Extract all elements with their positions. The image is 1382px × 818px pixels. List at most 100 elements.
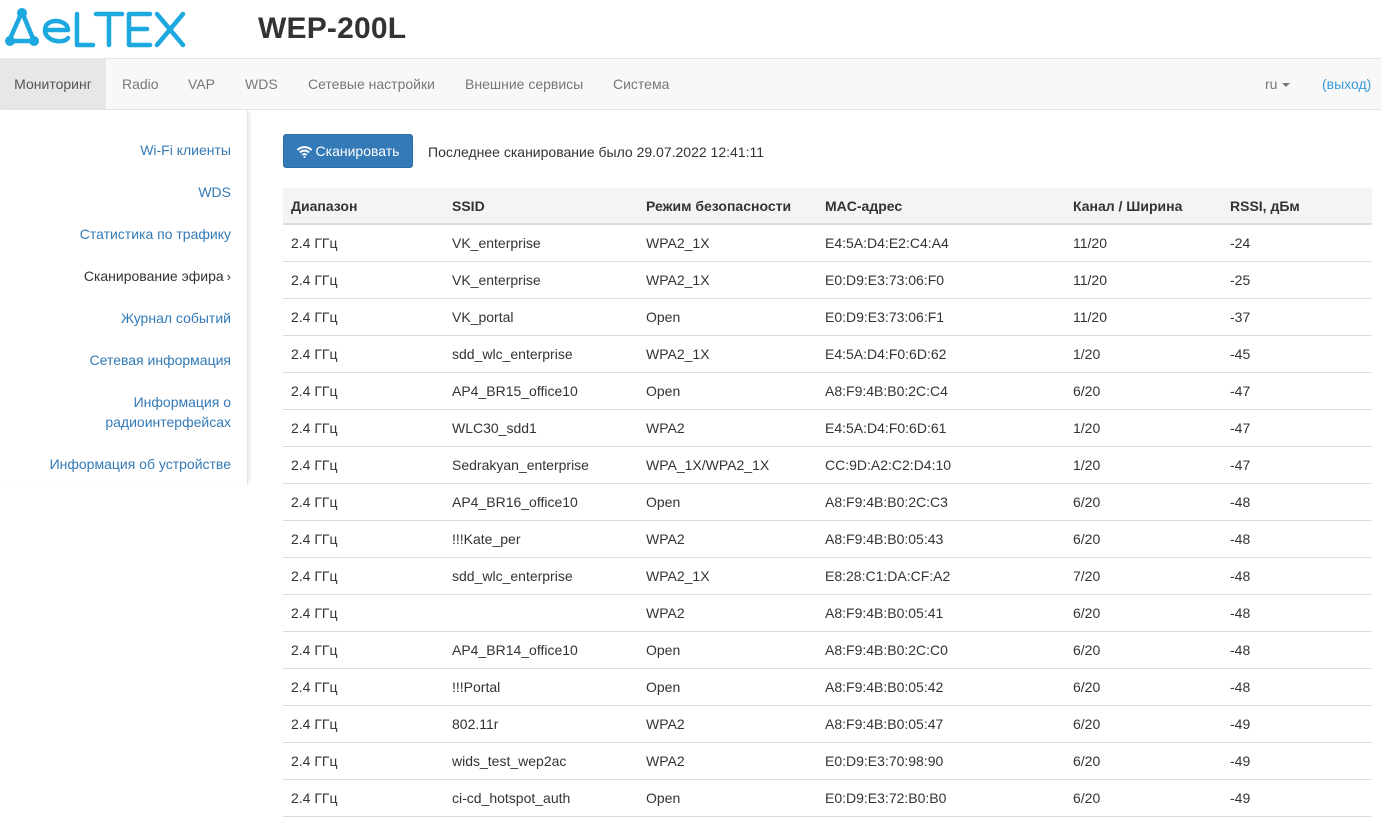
cell-rssi: -49 bbox=[1230, 753, 1251, 769]
cell-security: WPA_1X/WPA2_1X bbox=[646, 457, 770, 473]
cell-channel: 6/20 bbox=[1073, 716, 1101, 732]
cell-band: 2.4 ГГц bbox=[291, 790, 338, 806]
table-row: 2.4 ГГц sdd_wlc_enterprise WPA2_1X E4:5A:D4… bbox=[283, 336, 1372, 373]
nav-system[interactable]: Система bbox=[613, 59, 669, 109]
cell-security: WPA2 bbox=[646, 605, 685, 621]
table-row: 2.4 ГГц AP4_BR15_office10 Open A8:F9:4B:B0:… bbox=[283, 373, 1372, 410]
cell-ssid: !!!Portal bbox=[452, 679, 501, 695]
sidebar-item-device-info[interactable]: Информация об устройстве bbox=[50, 454, 231, 474]
cell-mac: A8:F9:4B:B0:05:42 bbox=[825, 679, 944, 695]
table-row: 2.4 ГГц sdd_wlc_enterprise WPA2_1X E8:28:C1… bbox=[283, 558, 1372, 595]
cell-rssi: -48 bbox=[1230, 605, 1251, 621]
sidebar-item-label-line2: радиоинтерфейсах bbox=[105, 414, 231, 430]
column-header-rssi[interactable]: RSSI, дБм bbox=[1230, 188, 1300, 224]
cell-channel: 1/20 bbox=[1073, 346, 1101, 362]
cell-band: 2.4 ГГц bbox=[291, 383, 338, 399]
sidebar: Wi-Fi клиенты WDS Статистика по трафику … bbox=[0, 110, 248, 485]
column-header-ssid[interactable]: SSID bbox=[452, 188, 485, 224]
column-header-band[interactable]: Диапазон bbox=[291, 188, 357, 224]
cell-ssid: 802.11r bbox=[452, 716, 499, 732]
column-header-mac[interactable]: MAC-адрес bbox=[825, 188, 902, 224]
cell-channel: 6/20 bbox=[1073, 605, 1101, 621]
sidebar-item-wifi-clients[interactable]: Wi-Fi клиенты bbox=[140, 140, 231, 160]
cell-security: Open bbox=[646, 494, 681, 510]
header: WEP-200L bbox=[0, 0, 1382, 58]
cell-mac: A8:F9:4B:B0:2C:C4 bbox=[825, 383, 948, 399]
cell-security: Open bbox=[646, 383, 681, 399]
cell-ssid: AP4_BR16_office10 bbox=[452, 494, 578, 510]
sidebar-item-wds[interactable]: WDS bbox=[198, 182, 231, 202]
cell-rssi: -37 bbox=[1230, 309, 1251, 325]
nav-wds[interactable]: WDS bbox=[245, 59, 278, 109]
cell-band: 2.4 ГГц bbox=[291, 309, 338, 325]
cell-channel: 6/20 bbox=[1073, 753, 1101, 769]
cell-mac: E0:D9:E3:70:98:90 bbox=[825, 753, 944, 769]
cell-security: Open bbox=[646, 790, 681, 806]
cell-mac: E8:28:C1:DA:CF:A2 bbox=[825, 568, 951, 584]
cell-band: 2.4 ГГц bbox=[291, 568, 338, 584]
cell-security: WPA2_1X bbox=[646, 272, 710, 288]
cell-ssid: VK_portal bbox=[452, 309, 514, 325]
cell-mac: E4:5A:D4:F0:6D:62 bbox=[825, 346, 947, 362]
cell-band: 2.4 ГГц bbox=[291, 494, 338, 510]
cell-channel: 6/20 bbox=[1073, 531, 1101, 547]
nav-vap[interactable]: VAP bbox=[188, 59, 215, 109]
cell-rssi: -48 bbox=[1230, 568, 1251, 584]
sidebar-item-traffic-stats[interactable]: Статистика по трафику bbox=[80, 224, 231, 244]
sidebar-item-event-log[interactable]: Журнал событий bbox=[121, 308, 231, 328]
cell-security: WPA2_1X bbox=[646, 568, 710, 584]
device-model-title: WEP-200L bbox=[258, 12, 407, 45]
nav-external-services[interactable]: Внешние сервисы bbox=[465, 59, 583, 109]
cell-rssi: -25 bbox=[1230, 272, 1251, 288]
cell-channel: 1/20 bbox=[1073, 457, 1101, 473]
cell-band: 2.4 ГГц bbox=[291, 235, 338, 251]
cell-mac: E4:5A:D4:F0:6D:61 bbox=[825, 420, 947, 436]
wifi-icon bbox=[296, 146, 312, 158]
cell-security: WPA2_1X bbox=[646, 235, 710, 251]
table-row: 2.4 ГГц Sedrakyan_enterprise WPA_1X/WPA2_1… bbox=[283, 447, 1372, 484]
cell-band: 2.4 ГГц bbox=[291, 605, 338, 621]
nav-radio[interactable]: Radio bbox=[122, 59, 159, 109]
sidebar-item-radio-interfaces[interactable]: Информация о радиоинтерфейсах bbox=[105, 392, 231, 432]
column-header-security[interactable]: Режим безопасности bbox=[646, 188, 791, 224]
table-row: 2.4 ГГц !!!Kate_per WPA2 A8:F9:4B:B0:05:43 6… bbox=[283, 521, 1372, 558]
cell-rssi: -49 bbox=[1230, 790, 1251, 806]
sidebar-item-network-info[interactable]: Сетевая информация bbox=[90, 350, 231, 370]
cell-ssid: ci-cd_hotspot_auth bbox=[452, 790, 571, 806]
cell-band: 2.4 ГГц bbox=[291, 753, 338, 769]
logout-link[interactable]: (выход) bbox=[1322, 59, 1371, 109]
chevron-right-icon: › bbox=[226, 269, 231, 284]
cell-security: Open bbox=[646, 642, 681, 658]
cell-rssi: -48 bbox=[1230, 494, 1251, 510]
cell-band: 2.4 ГГц bbox=[291, 420, 338, 436]
cell-channel: 1/20 bbox=[1073, 420, 1101, 436]
table-row: 2.4 ГГц WPA2 A8:F9:4B:B0:05:41 6/20 -48 bbox=[283, 595, 1372, 632]
cell-rssi: -24 bbox=[1230, 235, 1251, 251]
column-header-channel[interactable]: Канал / Ширина bbox=[1073, 188, 1182, 224]
cell-security: WPA2_1X bbox=[646, 346, 710, 362]
language-label: ru bbox=[1265, 76, 1278, 92]
cell-rssi: -47 bbox=[1230, 383, 1251, 399]
cell-band: 2.4 ГГц bbox=[291, 642, 338, 658]
cell-rssi: -48 bbox=[1230, 679, 1251, 695]
table-row: 2.4 ГГц WLC30_sdd1 WPA2 E4:5A:D4:F0:6D:61 1/… bbox=[283, 410, 1372, 447]
nav-network-settings[interactable]: Сетевые настройки bbox=[308, 59, 435, 109]
cell-rssi: -47 bbox=[1230, 457, 1251, 473]
cell-security: Open bbox=[646, 679, 681, 695]
last-scan-status: Последнее сканирование было 29.07.2022 1… bbox=[428, 144, 764, 160]
scan-button[interactable]: Сканировать bbox=[283, 134, 413, 168]
table-row: 2.4 ГГц VK_portal Open E0:D9:E3:73:06:F1 11/… bbox=[283, 299, 1372, 336]
table-row: 2.4 ГГц VK_enterprise WPA2_1X E4:5A:D4:E2:C… bbox=[283, 225, 1372, 262]
table-row: 2.4 ГГц AP4_BR14_office10 Open A8:F9:4B:B0:… bbox=[283, 632, 1372, 669]
nav-monitoring[interactable]: Мониторинг bbox=[0, 59, 106, 109]
cell-mac: A8:F9:4B:B0:05:41 bbox=[825, 605, 944, 621]
cell-band: 2.4 ГГц bbox=[291, 346, 338, 362]
cell-channel: 11/20 bbox=[1073, 235, 1107, 251]
table-row: 2.4 ГГц !!!Portal Open A8:F9:4B:B0:05:42 6/2… bbox=[283, 669, 1372, 706]
language-dropdown[interactable]: ru bbox=[1265, 59, 1291, 109]
sidebar-item-air-scan[interactable]: Сканирование эфира › bbox=[84, 266, 231, 287]
cell-mac: A8:F9:4B:B0:2C:C0 bbox=[825, 642, 948, 658]
sidebar-item-label-line1: Информация о bbox=[133, 394, 231, 410]
cell-ssid: sdd_wlc_enterprise bbox=[452, 568, 573, 584]
cell-ssid: Sedrakyan_enterprise bbox=[452, 457, 589, 473]
